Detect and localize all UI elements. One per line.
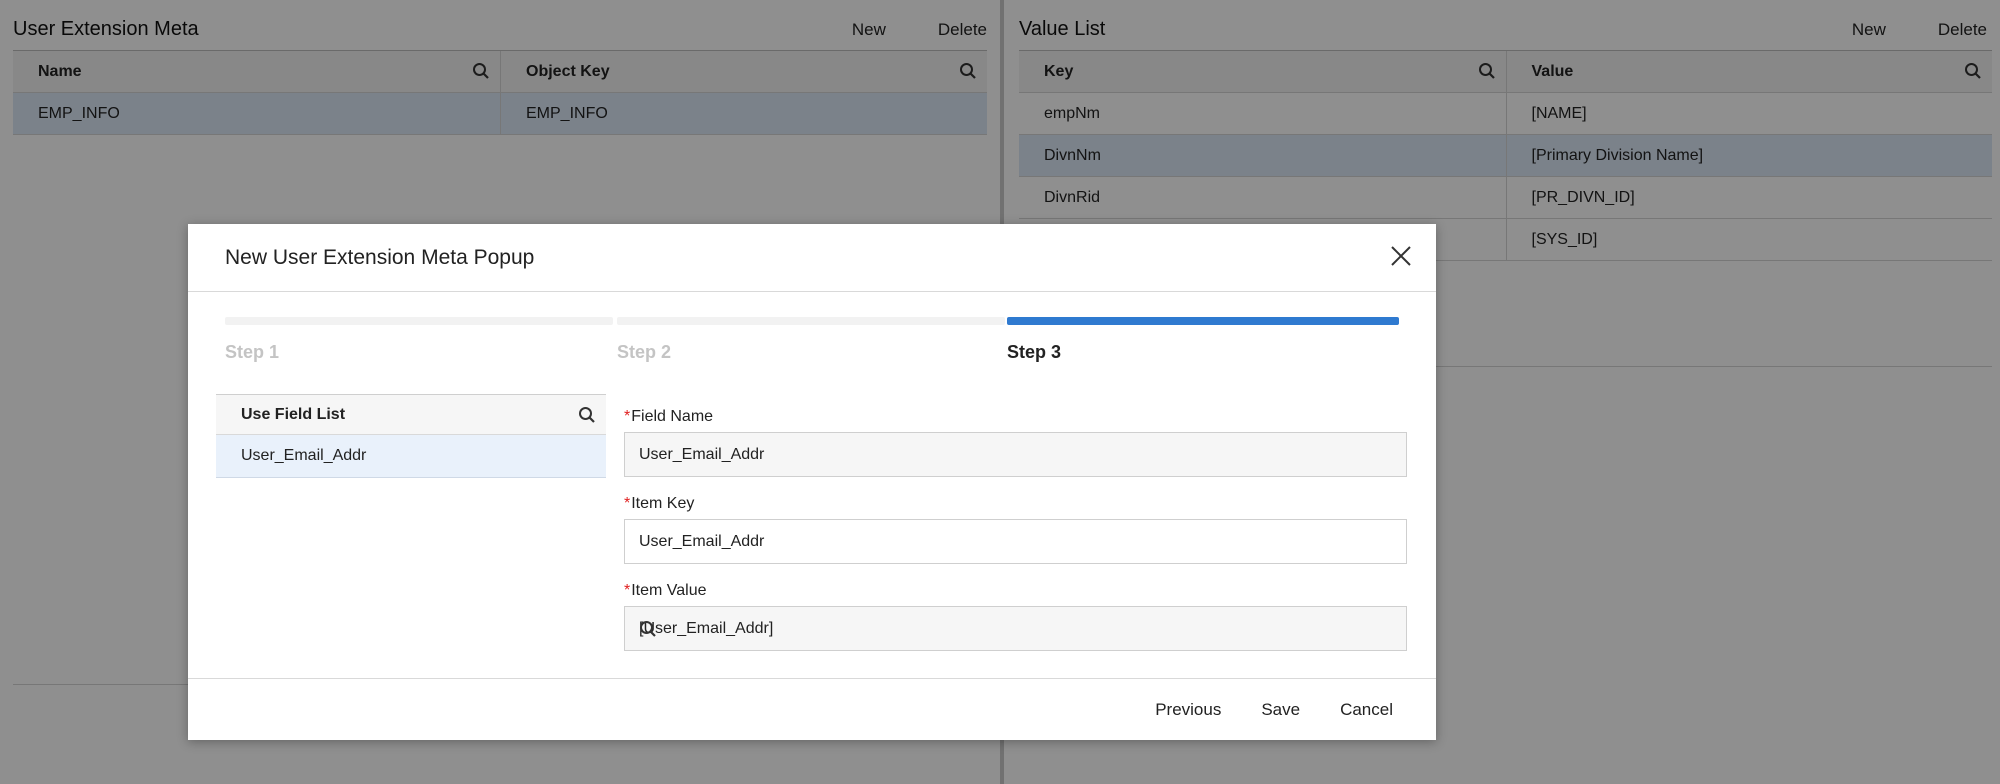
required-mark: * [624,582,631,599]
item-key-group: *Item Key User_Email_Addr [624,495,1407,564]
field-list-header: Use Field List [216,394,606,435]
list-item-label: User_Email_Addr [241,447,367,464]
item-key-input[interactable]: User_Email_Addr [624,519,1407,564]
step-progress-bar [225,317,613,325]
step-label: Step 3 [1007,342,1062,362]
search-icon[interactable] [639,620,1392,638]
cancel-button[interactable]: Cancel [1340,700,1393,720]
step-label: Step 2 [617,342,672,362]
label-text: Item Key [631,495,695,512]
item-key-label: *Item Key [624,495,1407,515]
use-field-list: Use Field List User_Email_Addr [216,394,606,478]
required-mark: * [624,408,631,425]
field-name-input[interactable]: User_Email_Addr [624,432,1407,477]
save-button[interactable]: Save [1261,700,1300,720]
item-value-group: *Item Value [User_Email_Addr] [624,582,1407,651]
step-3: Step 3 [1007,317,1399,363]
footer-buttons: Previous Save Cancel [1155,700,1393,720]
step-indicator: Step 1 Step 2 Step 3 [225,317,1399,367]
field-name-group: *Field Name User_Email_Addr [624,408,1407,477]
previous-button[interactable]: Previous [1155,700,1221,720]
input-value: User_Email_Addr [639,533,765,550]
new-user-extension-meta-popup: New User Extension Meta Popup Step 1 Ste… [188,224,1436,740]
item-value-label: *Item Value [624,582,1407,602]
list-item[interactable]: User_Email_Addr [216,435,606,478]
item-value-input[interactable]: [User_Email_Addr] [624,606,1407,651]
field-name-label: *Field Name [624,408,1407,428]
label-text: Field Name [631,408,714,425]
input-value: User_Email_Addr [639,446,765,463]
label-text: Item Value [631,582,707,599]
step-2: Step 2 [617,317,1005,363]
modal-footer: Previous Save Cancel [188,678,1436,740]
modal-title: New User Extension Meta Popup [225,246,535,269]
step-progress-bar [617,317,1005,325]
modal-header: New User Extension Meta Popup [188,224,1436,292]
field-form: *Field Name User_Email_Addr *Item Key Us… [624,408,1407,669]
close-icon[interactable] [1388,243,1414,269]
field-list-title: Use Field List [241,406,346,423]
required-mark: * [624,495,631,512]
search-icon[interactable] [578,406,596,424]
step-progress-bar [1007,317,1399,325]
step-label: Step 1 [225,342,280,362]
step-1: Step 1 [225,317,613,363]
